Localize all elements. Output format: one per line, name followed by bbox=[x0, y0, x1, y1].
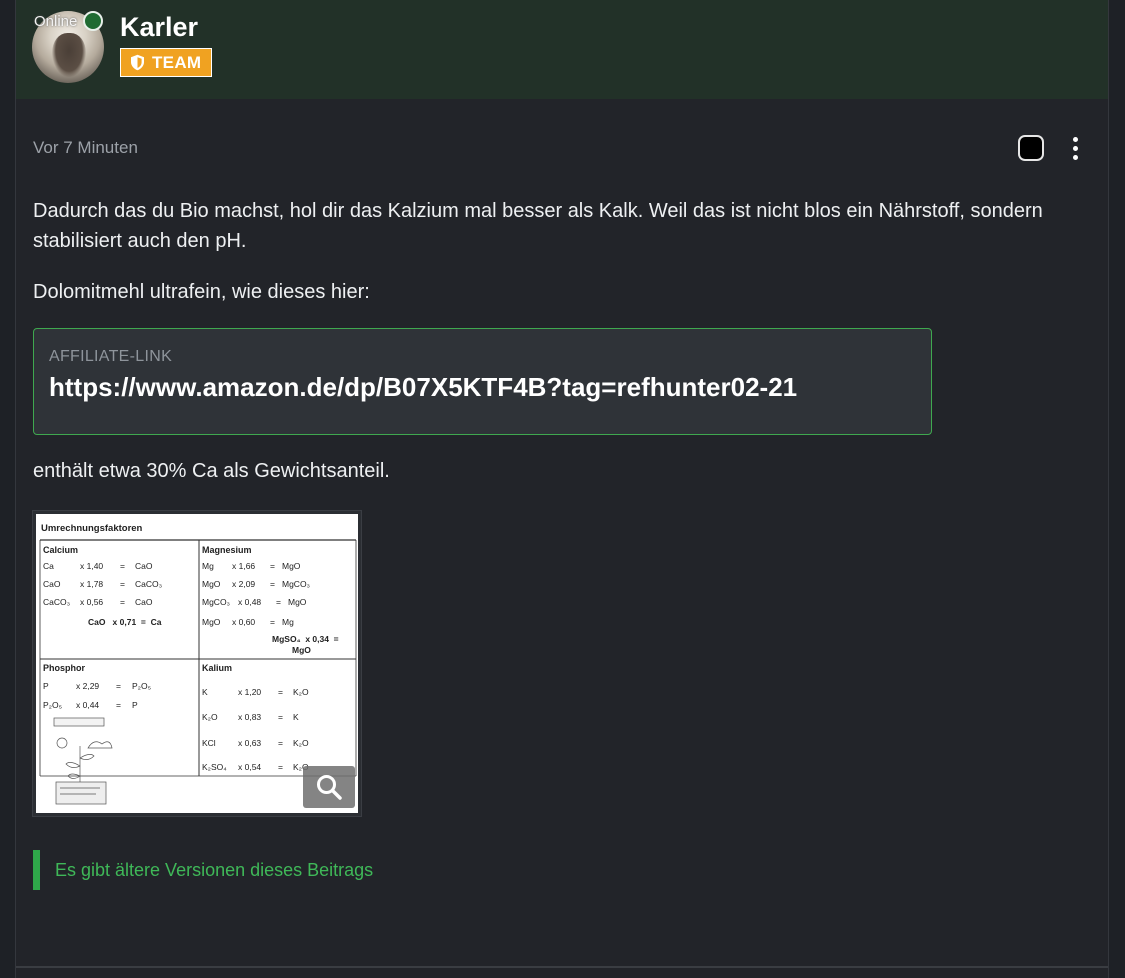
post-author-header: Online Karler TEAM bbox=[16, 0, 1108, 99]
phosphor-heading: Phosphor bbox=[43, 663, 85, 673]
cell: KCl bbox=[202, 738, 216, 748]
cell: K bbox=[202, 687, 208, 697]
cell: MgO bbox=[288, 597, 307, 607]
cell: MgO bbox=[292, 645, 311, 655]
cell: CaCO₃ bbox=[43, 597, 70, 607]
online-status-dot-icon bbox=[83, 11, 103, 31]
magnifier-icon bbox=[317, 775, 342, 800]
cell: x 0,60 bbox=[232, 617, 255, 627]
cell: = bbox=[270, 617, 275, 627]
cell: = bbox=[120, 597, 125, 607]
cell: CaO bbox=[43, 579, 61, 589]
cell: K₂O bbox=[293, 738, 309, 748]
cell: x 1,20 bbox=[238, 687, 261, 697]
cell: x 0,63 bbox=[238, 738, 261, 748]
cell: x 0,48 bbox=[238, 597, 261, 607]
post-paragraph: enthält etwa 30% Ca als Gewichtsanteil. bbox=[33, 460, 390, 482]
select-post-checkbox[interactable] bbox=[1018, 135, 1044, 161]
cell: CaO x 0,71 = Ca bbox=[88, 617, 162, 627]
cell: P bbox=[43, 681, 49, 691]
cell: K bbox=[293, 712, 299, 722]
team-badge: TEAM bbox=[120, 48, 213, 77]
cell: = bbox=[278, 738, 283, 748]
cell: x 0,44 bbox=[76, 700, 99, 710]
cell: x 0,54 bbox=[238, 762, 261, 772]
more-options-icon[interactable] bbox=[1066, 135, 1084, 161]
magnesium-heading: Magnesium bbox=[202, 545, 252, 555]
conversion-table-image[interactable]: Umrechnungsfaktoren Calcium Ca x 1,40 = … bbox=[33, 511, 361, 816]
cell: = bbox=[270, 579, 275, 589]
zoom-button[interactable] bbox=[303, 766, 355, 808]
cell: MgO bbox=[202, 617, 221, 627]
cell: MgO bbox=[202, 579, 221, 589]
cell: CaCO₃ bbox=[135, 579, 162, 589]
cell: x 1,78 bbox=[80, 579, 103, 589]
cell: P₂O₅ bbox=[43, 700, 62, 710]
divider bbox=[16, 966, 1108, 968]
cell: x 2,09 bbox=[232, 579, 255, 589]
post-timestamp[interactable]: Vor 7 Minuten bbox=[33, 138, 138, 158]
cell: x 1,40 bbox=[80, 561, 103, 571]
affiliate-link-url[interactable]: https://www.amazon.de/dp/B07X5KTF4B?tag=… bbox=[49, 372, 797, 403]
cell: MgSO₄ x 0,34 = bbox=[272, 634, 339, 644]
cell: x 2,29 bbox=[76, 681, 99, 691]
cell: x 1,66 bbox=[232, 561, 255, 571]
cell: = bbox=[278, 762, 283, 772]
team-badge-label: TEAM bbox=[152, 52, 202, 72]
cell: K₂SO₄ bbox=[202, 762, 227, 772]
affiliate-link-label: AFFILIATE-LINK bbox=[49, 348, 173, 365]
cell: MgCO₃ bbox=[202, 597, 230, 607]
shield-icon bbox=[131, 54, 144, 71]
cell: P₂O₅ bbox=[132, 681, 151, 691]
cell: MgCO₃ bbox=[282, 579, 310, 589]
post-paragraph: Dolomitmehl ultrafein, wie dieses hier: bbox=[33, 281, 370, 303]
cell: P bbox=[132, 700, 138, 710]
cell: = bbox=[120, 579, 125, 589]
cell: CaO bbox=[135, 597, 153, 607]
cell: Mg bbox=[282, 617, 294, 627]
cell: Ca bbox=[43, 561, 54, 571]
post-container: Online Karler TEAM Vor 7 Minuten Dadurch… bbox=[15, 0, 1109, 978]
cell: CaO bbox=[135, 561, 153, 571]
cell: MgO bbox=[282, 561, 301, 571]
cell: = bbox=[270, 561, 275, 571]
table-title: Umrechnungsfaktoren bbox=[41, 523, 143, 534]
author-name[interactable]: Karler bbox=[120, 12, 198, 43]
cell: = bbox=[278, 712, 283, 722]
kalium-heading: Kalium bbox=[202, 663, 232, 673]
cell: K₂O bbox=[293, 687, 309, 697]
cell: = bbox=[116, 681, 121, 691]
calcium-heading: Calcium bbox=[43, 545, 78, 555]
cell: = bbox=[276, 597, 281, 607]
cell: = bbox=[116, 700, 121, 710]
cell: x 0,83 bbox=[238, 712, 261, 722]
cell: = bbox=[120, 561, 125, 571]
cell: Mg bbox=[202, 561, 214, 571]
cell: x 0,56 bbox=[80, 597, 103, 607]
plant-illustration bbox=[53, 717, 113, 805]
online-status-label: Online bbox=[34, 13, 78, 30]
affiliate-link-box[interactable]: AFFILIATE-LINK https://www.amazon.de/dp/… bbox=[33, 328, 932, 435]
post-paragraph: Dadurch das du Bio machst, hol dir das K… bbox=[33, 200, 1043, 252]
older-versions-link[interactable]: Es gibt ältere Versionen dieses Beitrags bbox=[33, 850, 373, 890]
cell: = bbox=[278, 687, 283, 697]
cell: K₂O bbox=[202, 712, 218, 722]
